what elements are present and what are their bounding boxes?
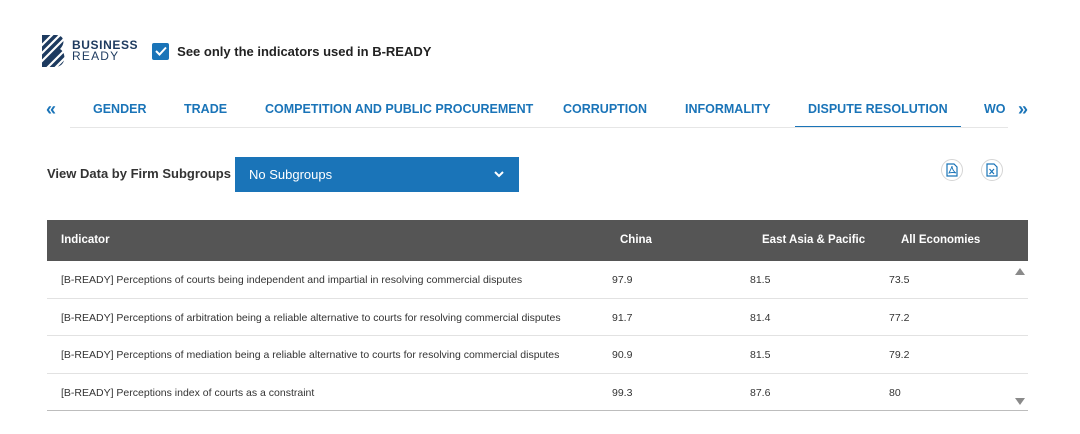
- cell-indicator: [B-READY] Perceptions of courts being in…: [61, 274, 523, 286]
- tab-wo[interactable]: WO: [984, 102, 1006, 127]
- cell-china: 90.9: [612, 349, 633, 361]
- business-ready-logo-icon: [42, 35, 68, 67]
- app-header: BUSINESS READY See only the indicators u…: [42, 34, 431, 68]
- tab-dispute-resolution[interactable]: DISPUTE RESOLUTION: [795, 102, 961, 127]
- subgroup-dropdown[interactable]: No Subgroups: [235, 157, 519, 192]
- cell-indicator: [B-READY] Perceptions of mediation being…: [61, 349, 560, 361]
- tab-informality[interactable]: INFORMALITY: [685, 102, 770, 127]
- table-row: [B-READY] Perceptions of mediation being…: [47, 336, 1028, 374]
- cell-indicator: [B-READY] Perceptions index of courts as…: [61, 386, 315, 399]
- table-scroll-down-icon[interactable]: [1015, 398, 1025, 405]
- tab-corruption[interactable]: CORRUPTION: [563, 102, 647, 127]
- cell-east-asia-pacific: 81.5: [750, 349, 771, 361]
- tabs-scroll-left-icon[interactable]: «: [46, 99, 56, 120]
- logo-wordmark: BUSINESS READY: [72, 39, 138, 63]
- tabs-scroll-right-icon[interactable]: »: [1018, 99, 1028, 120]
- table-header: Indicator China East Asia & Pacific All …: [47, 220, 1028, 261]
- table-row: [B-READY] Perceptions index of courts as…: [47, 374, 1028, 411]
- business-ready-logo[interactable]: BUSINESS READY: [42, 35, 138, 67]
- cell-all-economies: 79.2: [889, 349, 910, 361]
- tab-track: GENDER TRADE COMPETITION AND PUBLIC PROC…: [70, 96, 1008, 128]
- indicator-filter-label[interactable]: See only the indicators used in B-READY: [177, 44, 431, 59]
- column-header-indicator[interactable]: Indicator: [61, 234, 110, 246]
- tab-gender[interactable]: GENDER: [93, 102, 146, 127]
- table-row: [B-READY] Perceptions of courts being in…: [47, 261, 1028, 299]
- subgroup-selected-value: No Subgroups: [249, 167, 333, 182]
- column-header-all-economies[interactable]: All Economies: [901, 234, 980, 246]
- cell-east-asia-pacific: 81.4: [750, 311, 771, 324]
- export-pdf-button[interactable]: [941, 159, 963, 181]
- indicator-filter-checkbox[interactable]: [152, 42, 170, 60]
- tab-trade[interactable]: TRADE: [184, 102, 227, 127]
- table-scroll-up-icon[interactable]: [1015, 268, 1025, 275]
- cell-east-asia-pacific: 81.5: [750, 274, 771, 286]
- logo-line2: READY: [72, 49, 120, 63]
- chevron-down-icon: [494, 171, 504, 178]
- table-row: [B-READY] Perceptions of arbitration bei…: [47, 299, 1028, 336]
- cell-china: 91.7: [612, 311, 633, 324]
- topic-tabs: « GENDER TRADE COMPETITION AND PUBLIC PR…: [0, 96, 1080, 130]
- cell-china: 99.3: [612, 386, 633, 399]
- cell-east-asia-pacific: 87.6: [750, 386, 771, 399]
- pdf-file-icon: [946, 163, 958, 177]
- cell-all-economies: 80: [889, 386, 901, 399]
- excel-file-icon: [986, 163, 998, 177]
- cell-all-economies: 73.5: [889, 274, 910, 286]
- subgroup-label: View Data by Firm Subgroups: [47, 166, 231, 181]
- export-excel-button[interactable]: [981, 159, 1003, 181]
- tab-competition-procurement[interactable]: COMPETITION AND PUBLIC PROCUREMENT: [265, 102, 533, 127]
- column-header-east-asia-pacific[interactable]: East Asia & Pacific: [762, 234, 865, 246]
- indicator-table: Indicator China East Asia & Pacific All …: [47, 220, 1028, 411]
- column-header-china[interactable]: China: [620, 234, 652, 246]
- cell-china: 97.9: [612, 274, 633, 286]
- check-icon: [154, 46, 167, 56]
- cell-indicator: [B-READY] Perceptions of arbitration bei…: [61, 311, 561, 324]
- cell-all-economies: 77.2: [889, 311, 910, 324]
